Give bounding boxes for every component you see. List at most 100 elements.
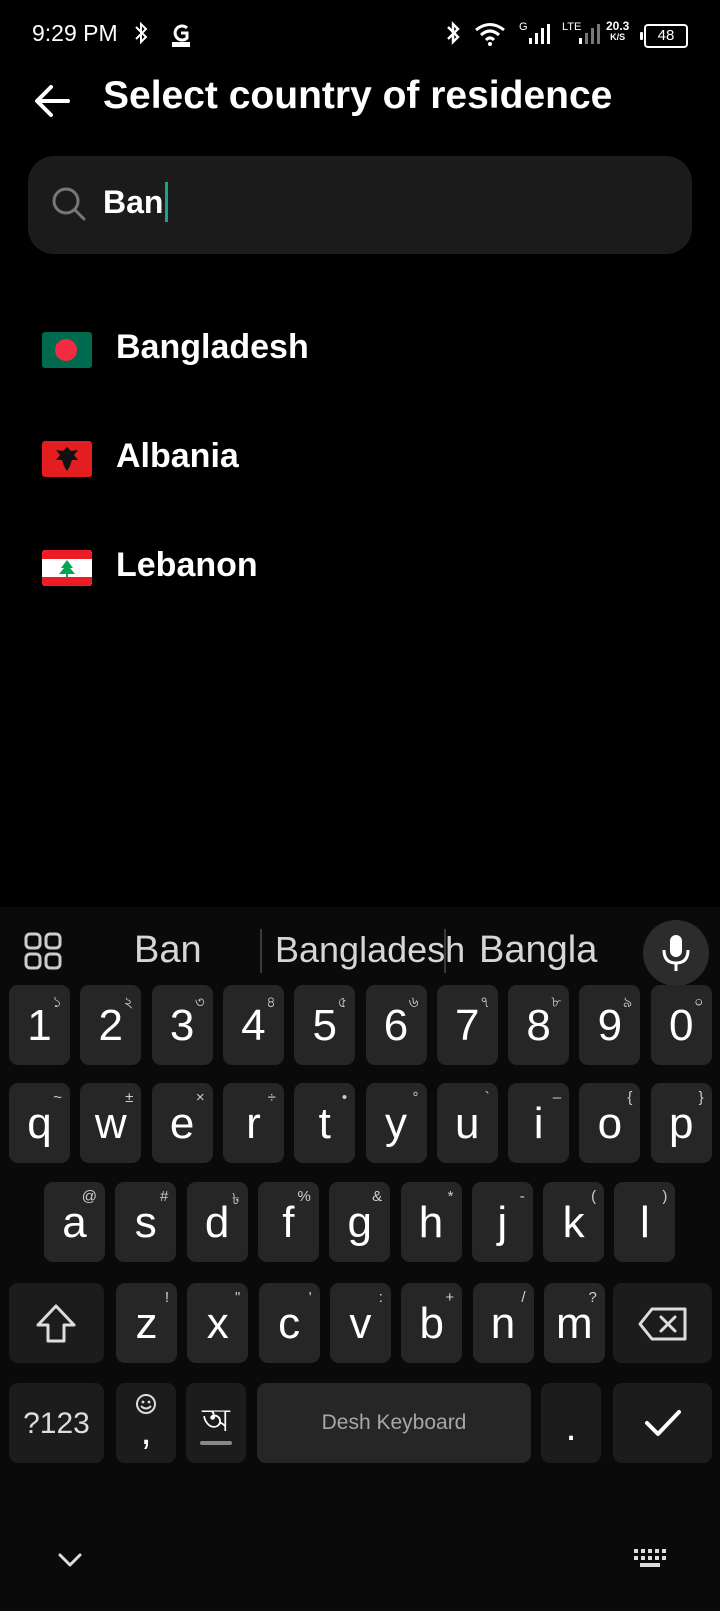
albania-flag-icon (42, 441, 92, 477)
country-item-bangladesh[interactable]: Bangladesh (0, 296, 720, 408)
key-v[interactable]: v: (329, 1283, 391, 1363)
key-secondary-label: / (521, 1289, 526, 1306)
key-secondary-label: ÷ (267, 1089, 276, 1106)
key-2[interactable]: 2২ (80, 985, 142, 1065)
key-b[interactable]: b + (401, 1283, 463, 1363)
space-key[interactable]: Desh Keyboard (257, 1383, 531, 1463)
key-9[interactable]: 9৯ (579, 985, 641, 1065)
key-3[interactable]: 3৩ (151, 985, 213, 1065)
key-f[interactable]: f% (257, 1182, 319, 1262)
country-name: Bangladesh (116, 328, 309, 366)
key-5[interactable]: 5৫ (294, 985, 356, 1065)
key-k[interactable]: k( (543, 1182, 605, 1262)
battery-indicator: 48 (640, 24, 688, 48)
key-p[interactable]: p} (650, 1083, 712, 1163)
key-n[interactable]: n / (472, 1283, 534, 1363)
key-y[interactable]: y ° (365, 1083, 427, 1163)
key-secondary-label: { (627, 1089, 633, 1106)
emoji-comma-key[interactable]: , (116, 1383, 176, 1463)
key-secondary-label: ১ (52, 994, 62, 1011)
key-z[interactable]: z! (116, 1283, 177, 1363)
key-d[interactable]: d ৳ (186, 1182, 248, 1262)
key-e[interactable]: e × (151, 1083, 213, 1163)
key-secondary-label: ° (412, 1089, 419, 1106)
key-w[interactable]: w ± (80, 1083, 142, 1163)
key-0[interactable]: 0০ (650, 985, 712, 1065)
key-label: j (497, 1198, 508, 1247)
hide-keyboard-icon[interactable] (57, 1552, 83, 1568)
key-secondary-label: ) (662, 1188, 668, 1205)
key-secondary-label: ± (125, 1089, 134, 1106)
key-label: r (246, 1099, 261, 1148)
lebanon-flag-icon (42, 550, 92, 586)
arrow-left-icon (35, 85, 70, 117)
suggestion-bar: Ban Bangladesh Bangla (0, 907, 720, 997)
wifi-icon (475, 23, 505, 46)
divider (444, 929, 446, 973)
key-4[interactable]: 4৪ (222, 985, 284, 1065)
key-secondary-label: # (159, 1188, 169, 1205)
key-6[interactable]: 6৬ (365, 985, 427, 1065)
key-secondary-label: ৪ (266, 994, 276, 1011)
key-secondary-label: & (372, 1188, 383, 1205)
key-secondary-label: ৬ (408, 994, 419, 1011)
key-secondary-label: + (445, 1289, 455, 1306)
key-a[interactable]: a @ (44, 1182, 105, 1262)
key-m[interactable]: m? (543, 1283, 605, 1363)
key-label: y (385, 1099, 407, 1148)
key-label: c (278, 1299, 301, 1348)
key-label: x (206, 1299, 229, 1348)
voice-input-button[interactable] (643, 920, 709, 986)
key-label: f (282, 1198, 295, 1247)
key-1[interactable]: 1১ (9, 985, 70, 1065)
key-s[interactable]: s # (115, 1182, 177, 1262)
key-secondary-label: ' (308, 1289, 312, 1306)
apps-grid-icon[interactable] (24, 932, 62, 970)
key-8[interactable]: 8৮ (508, 985, 570, 1065)
key-u[interactable]: u ` (436, 1083, 498, 1163)
key-secondary-label: ৫ (337, 994, 348, 1011)
key-secondary-label: : (378, 1289, 383, 1306)
key-7[interactable]: 7৭ (436, 985, 498, 1065)
key-o[interactable]: o{ (579, 1083, 641, 1163)
suggestion-word[interactable]: Bangla (479, 929, 597, 972)
country-item-albania[interactable]: Albania (0, 405, 720, 517)
key-secondary-label: ! (164, 1289, 169, 1306)
key-q[interactable]: q ~ (9, 1083, 70, 1163)
key-secondary-label: ২ (123, 994, 134, 1011)
shift-key[interactable] (9, 1283, 104, 1363)
search-input[interactable]: Ban (103, 181, 169, 222)
period-key[interactable]: . (541, 1383, 601, 1463)
suggestion-word[interactable]: Ban (134, 929, 202, 972)
status-time: 9:29 PM (32, 20, 118, 46)
mic-icon (662, 935, 690, 971)
key-c[interactable]: c ' (258, 1283, 320, 1363)
keyboard-switch-icon[interactable] (633, 1548, 667, 1570)
country-item-lebanon[interactable]: Lebanon (0, 514, 720, 626)
key-x[interactable]: x " (187, 1283, 249, 1363)
network-speed: 20.3 K/S (606, 19, 630, 42)
bluetooth-icon (135, 21, 148, 45)
search-field[interactable]: Ban (28, 156, 692, 254)
key-h[interactable]: h * (400, 1182, 462, 1262)
key-t[interactable]: t • (294, 1083, 356, 1163)
suggestion-word[interactable]: Bangladesh (275, 929, 465, 971)
key-g[interactable]: g & (329, 1182, 391, 1262)
key-label: h (418, 1198, 444, 1247)
key-label: e (169, 1099, 195, 1148)
symbols-key[interactable]: ?123 (9, 1383, 104, 1463)
key-i[interactable]: i – (508, 1083, 570, 1163)
key-label: m (555, 1299, 593, 1348)
text-caret (165, 181, 169, 222)
key-j[interactable]: j- (471, 1182, 533, 1262)
back-button[interactable] (30, 78, 76, 124)
key-label: b (419, 1299, 444, 1348)
language-switch-key[interactable]: অ (186, 1383, 246, 1463)
backspace-key[interactable] (613, 1283, 712, 1363)
key-label: p (668, 1099, 694, 1148)
key-r[interactable]: r ÷ (222, 1083, 284, 1163)
enter-key[interactable] (613, 1383, 712, 1463)
key-secondary-label: ` (484, 1089, 490, 1106)
key-l[interactable]: l) (614, 1182, 676, 1262)
key-secondary-label: × (195, 1089, 205, 1106)
